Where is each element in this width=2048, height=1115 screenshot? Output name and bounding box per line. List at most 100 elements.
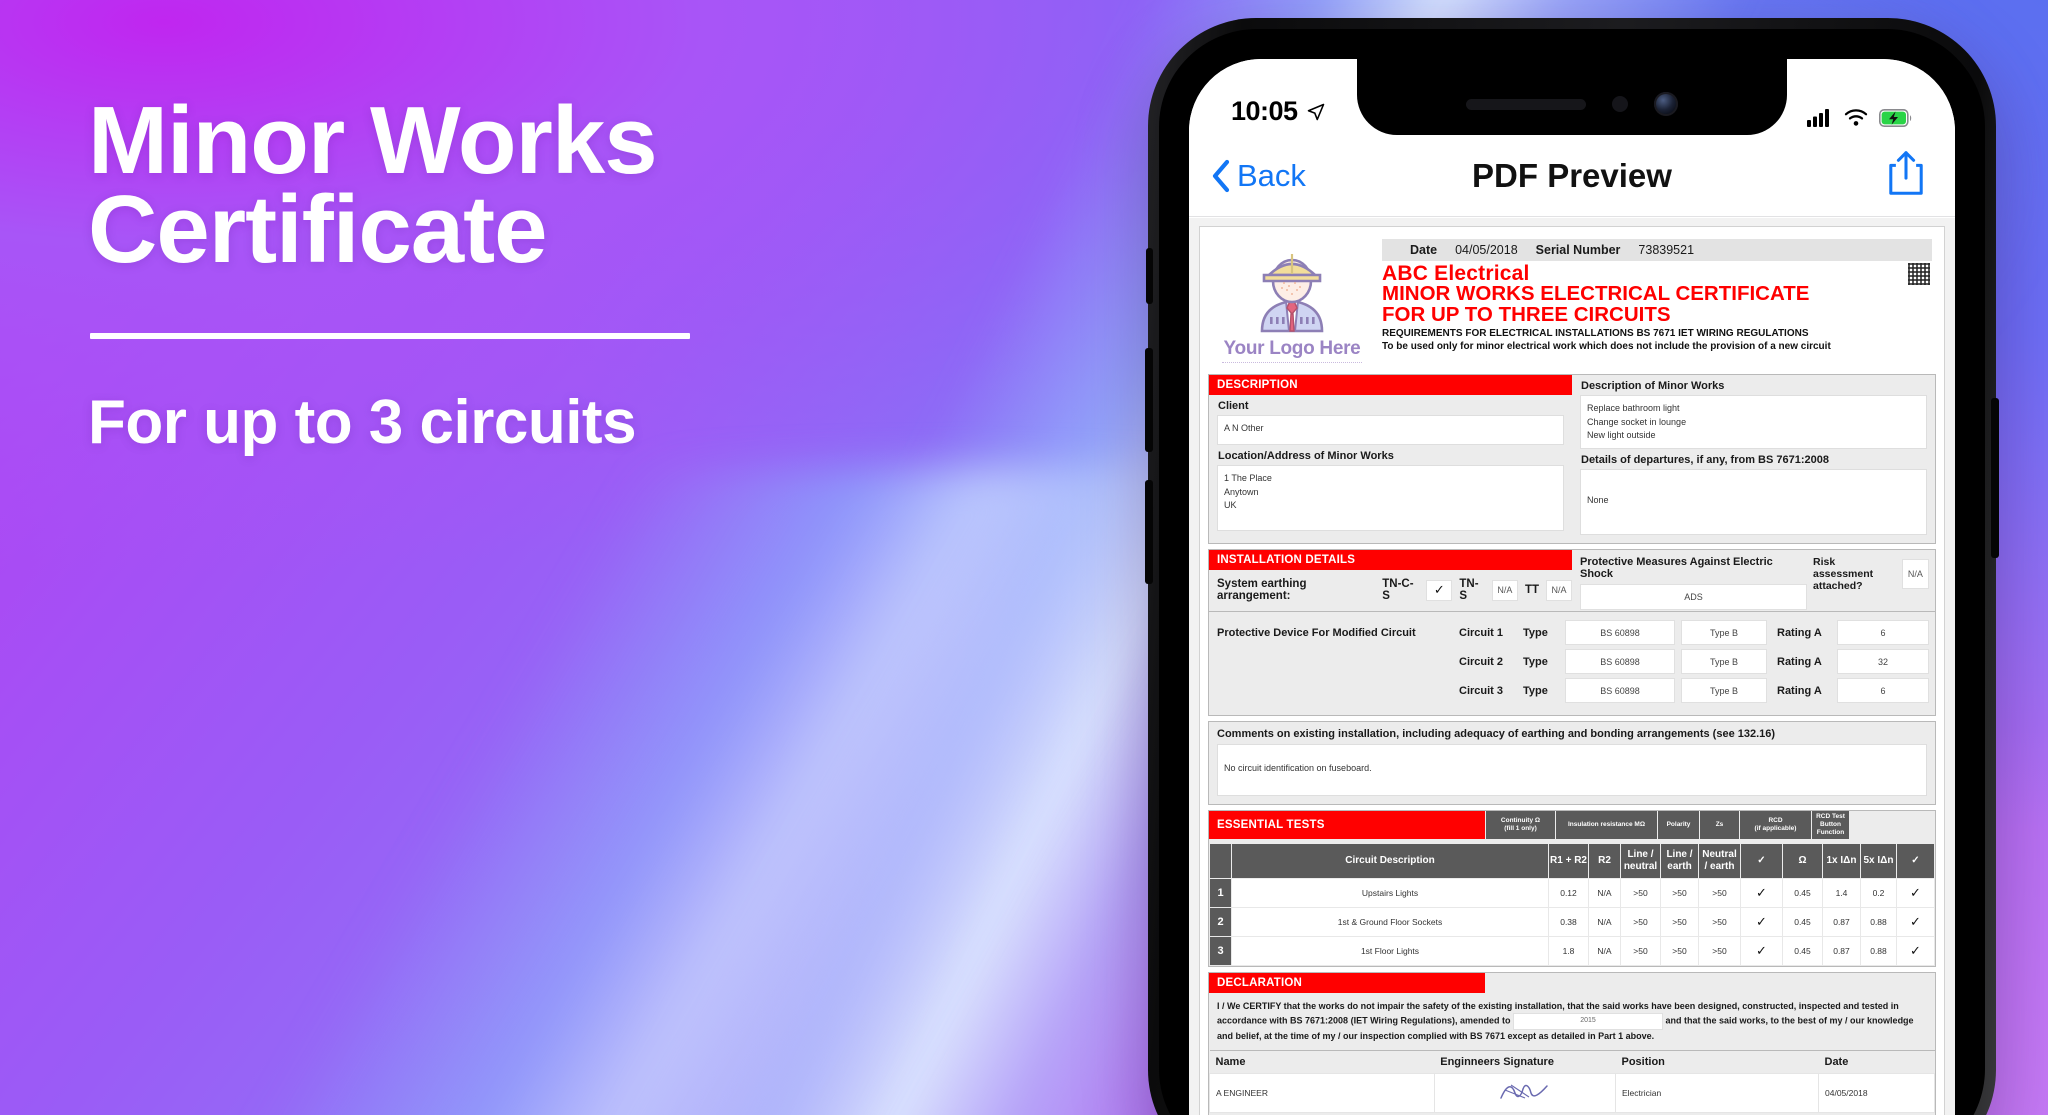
row-zs-1: 0.45 <box>1782 906 1823 937</box>
table-row[interactable]: 1 Upstairs Lights 0.12 N/A >50 >50 >50 ✓… <box>1209 877 1935 908</box>
phone-volume-up-button[interactable] <box>1145 348 1153 452</box>
earthing-option-name-0: TN-C-S <box>1382 578 1414 602</box>
requirements-line-1: REQUIREMENTS FOR ELECTRICAL INSTALLATION… <box>1382 328 1809 340</box>
protective-measures-value[interactable]: ADS <box>1580 584 1807 610</box>
row-button-1: ✓ <box>1896 906 1935 937</box>
row-zs-2: 0.45 <box>1782 935 1823 966</box>
name-label: Name <box>1209 1050 1435 1074</box>
group-header-rcd-button: RCD Test Button Function <box>1811 811 1849 840</box>
rating-label-1: Rating A <box>1777 655 1822 668</box>
circuit-bs-1[interactable]: BS 60898 <box>1565 649 1675 674</box>
protective-device-row: Circuit 2 Type BS 60898 Type B Rating A … <box>1217 649 1929 674</box>
back-button[interactable]: Back <box>1211 158 1306 194</box>
type-label-2: Type <box>1523 684 1548 697</box>
certificate-title-line-1: MINOR WORKS ELECTRICAL CERTIFICATE <box>1382 282 1810 306</box>
row-r2-2: N/A <box>1588 935 1621 966</box>
table-row[interactable]: A ENGINEER Electrician 04/05/2018 <box>1209 1073 1935 1114</box>
circuit-type-2[interactable]: Type B <box>1681 678 1767 703</box>
phone-mute-switch[interactable] <box>1146 248 1153 304</box>
protective-measures-label: Protective Measures Against Electric Sho… <box>1580 556 1773 580</box>
col-r2: R2 <box>1588 843 1621 879</box>
row-rcd1-0: 1.4 <box>1822 877 1861 908</box>
installation-section-title: INSTALLATION DETAILS <box>1209 550 1572 570</box>
rating-label-2: Rating A <box>1777 684 1822 697</box>
serial-number-value: 73839521 <box>1638 243 1695 257</box>
table-row[interactable]: 2 1st & Ground Floor Sockets 0.38 N/A >5… <box>1209 906 1935 937</box>
essential-tests-table: Circuit Description R1 + R2 R2 Line / ne… <box>1209 843 1935 966</box>
type-label-0: Type <box>1523 626 1548 639</box>
phone-power-button[interactable] <box>1991 398 1999 558</box>
comments-value[interactable]: No circuit identification on fuseboard. <box>1217 744 1927 796</box>
col-circuit-description: Circuit Description <box>1231 843 1549 879</box>
company-logo-label: Your Logo Here <box>1223 338 1361 359</box>
certificate-header-right: Date 04/05/2018 Serial Number 73839521 A… <box>1382 239 1932 354</box>
row-line-earth-2: >50 <box>1660 935 1699 966</box>
earthing-option-value-2[interactable]: N/A <box>1546 579 1572 601</box>
certificate-meta-band: Date 04/05/2018 Serial Number 73839521 <box>1382 239 1932 261</box>
circuit-bs-0[interactable]: BS 60898 <box>1565 620 1675 645</box>
status-bar-time: 10:05 <box>1231 96 1298 126</box>
circuit-bs-2[interactable]: BS 60898 <box>1565 678 1675 703</box>
row-r1r2-0: 0.12 <box>1548 877 1589 908</box>
departures-value: None <box>1580 469 1927 535</box>
circuit-type-0[interactable]: Type B <box>1681 620 1767 645</box>
table-row[interactable]: 3 1st Floor Lights 1.8 N/A >50 >50 >50 ✓… <box>1209 935 1935 966</box>
group-header-rcd-line1: RCD <box>1768 817 1783 825</box>
hero-subtitle: For up to 3 circuits <box>88 387 637 457</box>
share-button[interactable] <box>1887 150 1925 201</box>
certificate-title-line-2: FOR UP TO THREE CIRCUITS <box>1382 303 1671 327</box>
pdf-preview-area[interactable]: Your Logo Here Date 04/05/2018 Serial Nu… <box>1189 218 1955 1115</box>
status-bar-right <box>1807 108 1913 127</box>
essential-tests-section-title: ESSENTIAL TESTS <box>1209 811 1485 840</box>
circuit-type-1[interactable]: Type B <box>1681 649 1767 674</box>
circuit-name-0: Circuit 1 <box>1459 626 1504 639</box>
group-header-polarity: Polarity <box>1657 811 1699 840</box>
row-polarity-2: ✓ <box>1740 935 1783 966</box>
circuit-rating-0[interactable]: 6 <box>1837 620 1929 645</box>
col-r1r2: R1 + R2 <box>1548 843 1589 879</box>
earthing-option-value-0[interactable]: ✓ <box>1426 579 1453 601</box>
group-header-rcd-line2: (if applicable) <box>1754 825 1797 833</box>
comments-label: Comments on existing installation, inclu… <box>1217 728 1776 740</box>
row-neutral-earth-0: >50 <box>1698 877 1741 908</box>
circuit-rating-2[interactable]: 6 <box>1837 678 1929 703</box>
certificate-requirements: REQUIREMENTS FOR ELECTRICAL INSTALLATION… <box>1382 327 1932 353</box>
serial-number-label: Serial Number <box>1535 243 1621 257</box>
amended-to-field[interactable]: 2015 <box>1513 1013 1664 1030</box>
phone-volume-down-button[interactable] <box>1145 480 1153 584</box>
company-name: ABC Electrical <box>1382 262 1530 285</box>
description-section-title: DESCRIPTION <box>1209 375 1572 395</box>
installation-right: Protective Measures Against Electric Sho… <box>1572 550 1935 611</box>
col-rcd-button: ✓ <box>1896 843 1935 879</box>
hero-section: Minor Works Certificate For up to 3 circ… <box>88 92 888 458</box>
share-icon <box>1889 151 1923 195</box>
row-r2-0: N/A <box>1588 877 1621 908</box>
earthing-option-value-1[interactable]: N/A <box>1491 579 1518 601</box>
declaration-section-title: DECLARATION <box>1209 972 1485 993</box>
risk-assessment-value[interactable]: N/A <box>1901 559 1929 590</box>
col-rcd-1x: 1x IΔn <box>1822 843 1861 879</box>
risk-assessment-group: Risk assessment attached? N/A <box>1813 552 1929 592</box>
row-description-2: 1st Floor Lights <box>1231 935 1549 966</box>
circuit-name-1: Circuit 2 <box>1459 655 1504 668</box>
earthing-option-name-1: TN-S <box>1459 578 1479 602</box>
declaration-table: Name Enginneers Signature Position Date … <box>1209 1050 1935 1115</box>
col-line-neutral: Line / neutral <box>1620 843 1661 879</box>
circuit-rating-1[interactable]: 32 <box>1837 649 1929 674</box>
description-body: Client A N Other Location/Address of Min… <box>1209 395 1935 543</box>
battery-charging-icon <box>1879 108 1912 127</box>
declaration-text: I / We CERTIFY that the works do not imp… <box>1209 993 1935 1051</box>
row-r1r2-1: 0.38 <box>1548 906 1589 937</box>
row-num-0: 1 <box>1209 877 1232 908</box>
row-neutral-earth-1: >50 <box>1698 906 1741 937</box>
description-left-column: Client A N Other Location/Address of Min… <box>1209 395 1572 543</box>
description-section: DESCRIPTION Description of Minor Works C… <box>1208 374 1936 544</box>
phone-notch <box>1357 59 1787 135</box>
row-rcd1-1: 0.87 <box>1822 906 1861 937</box>
rating-label-0: Rating A <box>1777 626 1822 639</box>
declaration-header-row-1: Name Enginneers Signature Position Date <box>1209 1050 1935 1074</box>
pdf-page: Your Logo Here Date 04/05/2018 Serial Nu… <box>1199 226 1945 1115</box>
group-header-continuity-line1: Continuity Ω <box>1500 817 1541 825</box>
protective-measures-group: Protective Measures Against Electric Sho… <box>1580 552 1807 610</box>
works-value: Replace bathroom light Change socket in … <box>1580 395 1927 449</box>
